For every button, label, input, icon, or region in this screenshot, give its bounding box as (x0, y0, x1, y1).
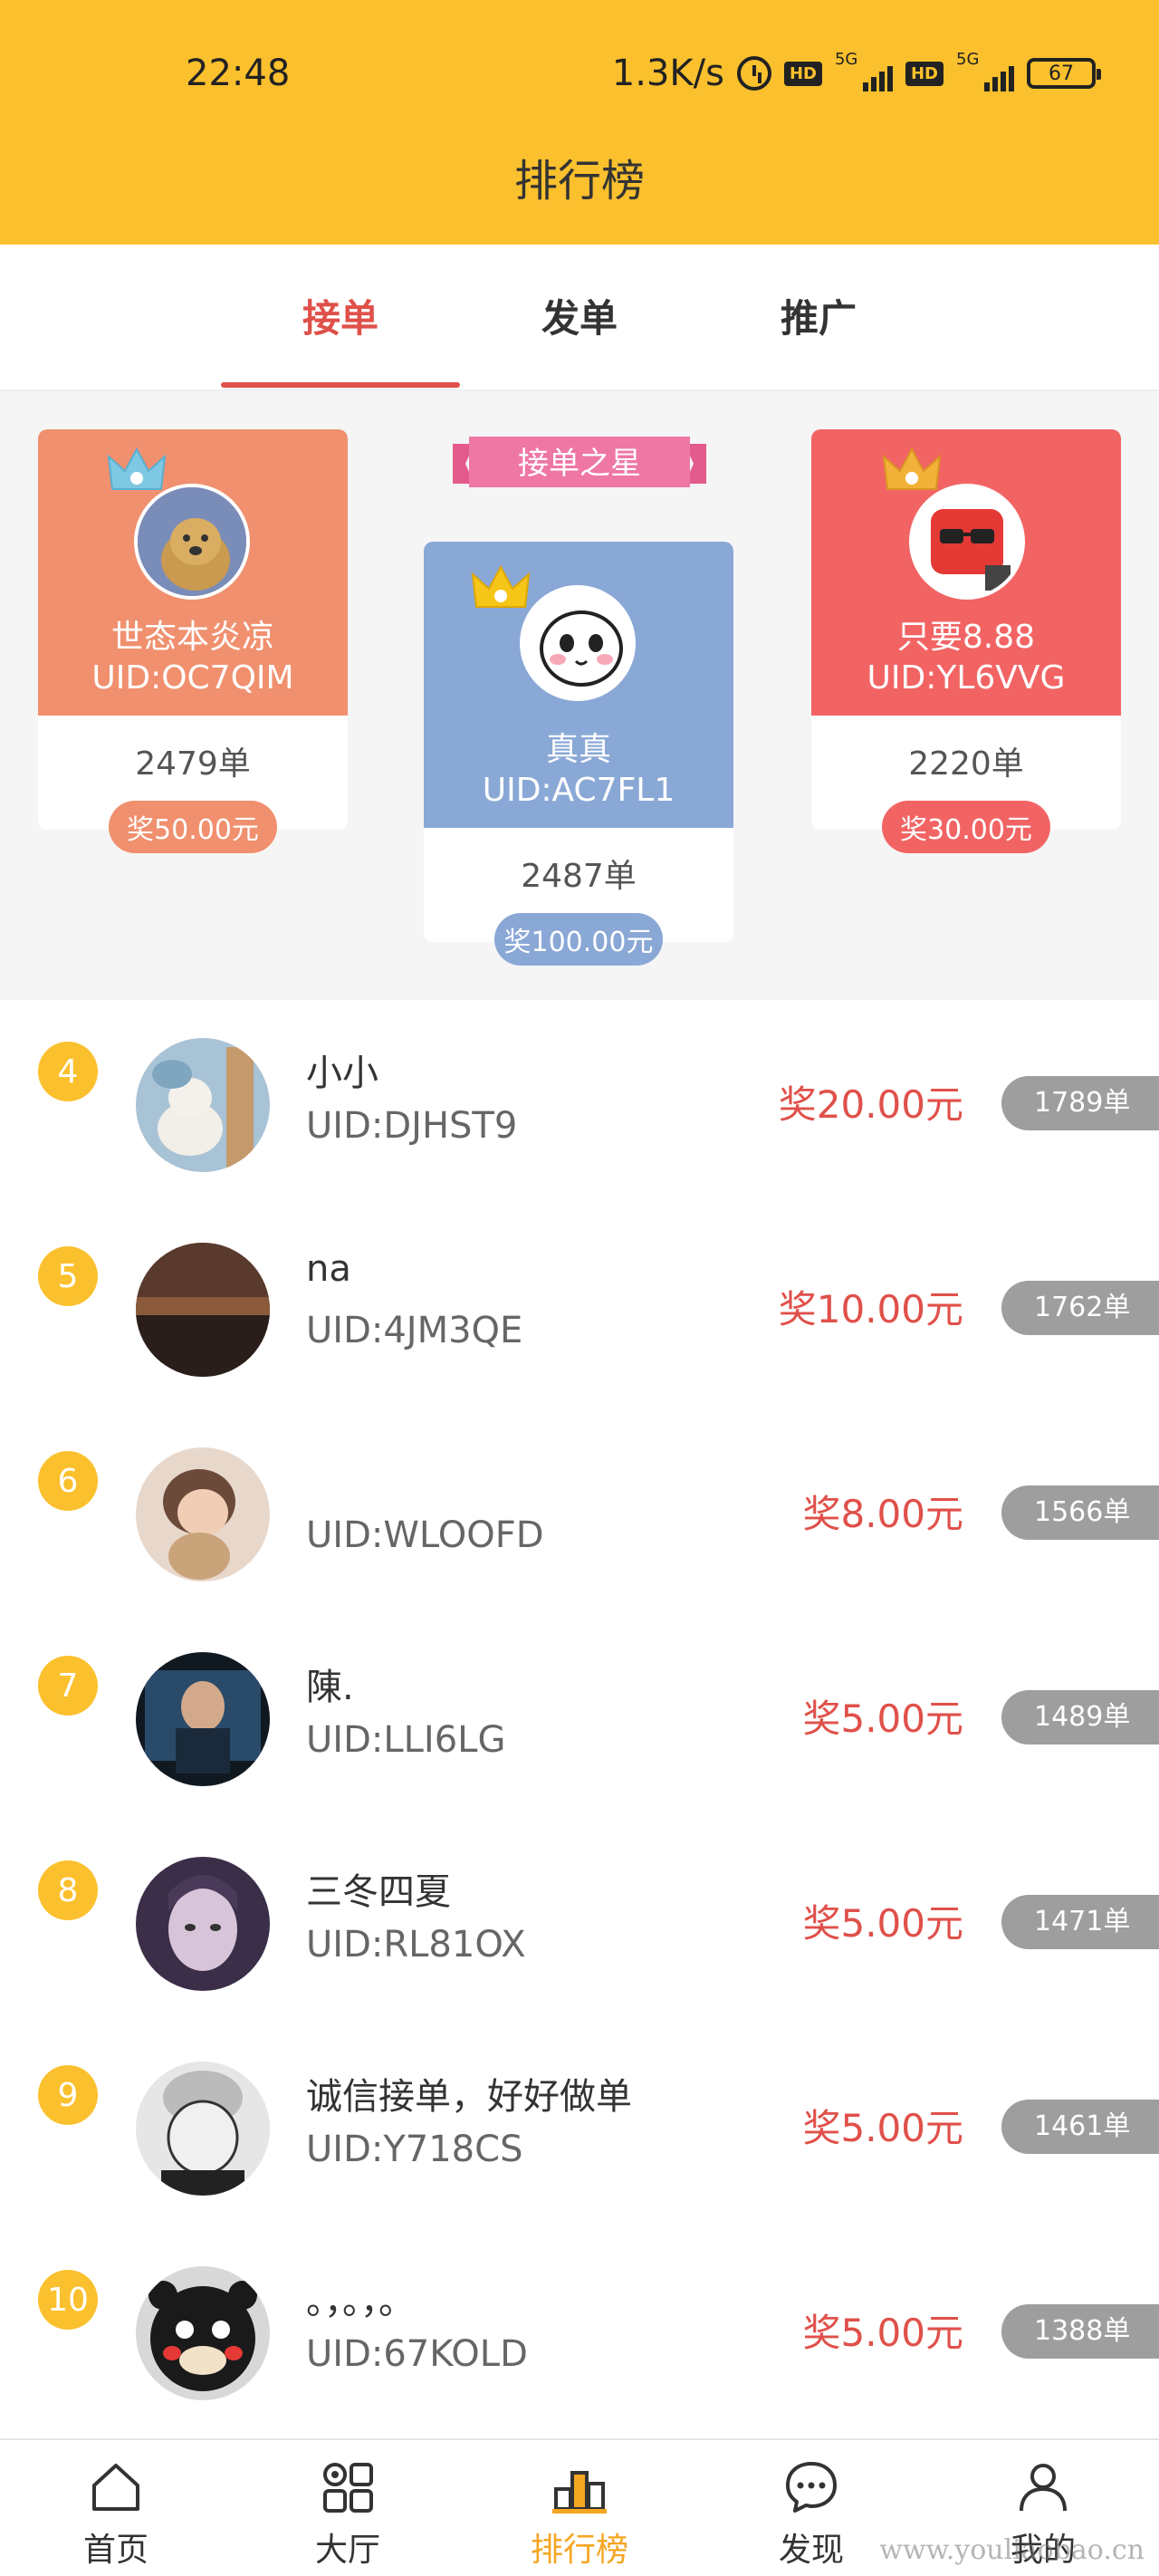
status-time: 22:48 (186, 53, 291, 94)
order-count-badge: 1762单 (1001, 1281, 1159, 1335)
ranking-row[interactable]: 5 na UID:4JM3QE 奖10.00元 1762单 (0, 1205, 1159, 1409)
watermark: www.youliaobao.cn (879, 2534, 1145, 2566)
order-count-badge: 1388单 (1001, 2304, 1159, 2359)
avatar (136, 1857, 270, 1991)
user-uid: UID:Y718CS (306, 2129, 523, 2170)
nav-label: 大厅 (314, 2532, 380, 2569)
avatar (909, 484, 1025, 600)
rank-number-badge: 4 (38, 1042, 98, 1101)
nav-label: 首页 (82, 2532, 148, 2569)
crown-icon (882, 447, 942, 490)
reward-amount: 奖5.00元 (802, 1697, 963, 1741)
order-count-badge: 1789单 (1001, 1076, 1159, 1130)
network-speed: 1.3K/s (611, 53, 724, 94)
ranking-row[interactable]: 8 三冬四夏 UID:RL81OX 奖5.00元 1471单 (0, 1819, 1159, 2023)
reward-amount: 奖10.00元 (778, 1287, 963, 1331)
user-uid: UID:WLOOFD (306, 1514, 544, 1556)
user-icon (1020, 2464, 1067, 2512)
avatar (134, 484, 250, 600)
user-name: 陳. (306, 1667, 354, 1708)
user-uid: UID:67KOLD (306, 2333, 528, 2375)
order-count: 2479单 (135, 745, 251, 783)
podium-card-third[interactable]: 只要8.88 UID:YL6VVG 2220单 (811, 429, 1121, 830)
chat-icon (786, 2462, 837, 2513)
user-uid: UID:LLI6LG (306, 1719, 506, 1761)
status-bar-right: 1.3K/s HD 5G HD 5G 67 (611, 50, 1101, 94)
tab-underline (221, 382, 460, 388)
podium-icon (552, 2471, 607, 2514)
avatar (520, 585, 636, 701)
user-name: 三冬四夏 (306, 1871, 451, 1913)
avatar (136, 1243, 270, 1377)
nav-hall[interactable]: 大厅 (232, 2440, 464, 2576)
rank-number-badge: 8 (38, 1860, 98, 1920)
rank-number-badge: 10 (38, 2270, 98, 2330)
reward-amount: 奖5.00元 (802, 2106, 963, 2150)
home-icon (92, 2464, 139, 2511)
winner-name: 世态本炎凉 (110, 619, 274, 656)
order-count-badge: 1566单 (1001, 1485, 1159, 1540)
reward-badge-third: 奖30.00元 (882, 801, 1050, 853)
signal-icon-2: 5G (956, 50, 1014, 91)
podium-card-second[interactable]: 世态本炎凉 UID:OC7QIM 2479单 (38, 429, 348, 830)
ranking-row[interactable]: 10 。，。，。 UID:67KOLD 奖5.00元 1388单 (0, 2228, 1159, 2433)
grid-icon (323, 2463, 373, 2513)
user-name: 诚信接单，好好做单 (306, 2076, 632, 2118)
user-uid: UID:RL81OX (306, 1924, 526, 1966)
reward-amount: 奖20.00元 (778, 1082, 963, 1127)
user-uid: UID:4JM3QE (306, 1310, 523, 1351)
user-uid: UID:DJHST9 (306, 1105, 518, 1147)
order-count: 2487单 (521, 858, 637, 895)
reward-amount: 奖5.00元 (802, 2311, 963, 2355)
reward-badge-first: 奖100.00元 (494, 913, 663, 966)
avatar (136, 2266, 270, 2400)
rank-number-badge: 9 (38, 2065, 98, 2125)
winner-uid: UID:OC7QIM (91, 659, 294, 697)
ranking-row[interactable]: 9 诚信接单，好好做单 UID:Y718CS 奖5.00元 1461单 (0, 2023, 1159, 2228)
nav-home[interactable]: 首页 (0, 2440, 232, 2576)
user-name: 。，。，。 (306, 2281, 415, 2322)
app-header: 22:48 1.3K/s HD 5G HD 5G 67 排行榜 (0, 0, 1159, 245)
tab-accept-orders[interactable]: 接单 (221, 288, 460, 343)
order-count-badge: 1461单 (1001, 2100, 1159, 2154)
podium-card-first[interactable]: 真真 UID:AC7FL1 2487单 (424, 542, 733, 942)
signal-icon: 5G (835, 50, 893, 91)
ranking-row[interactable]: 4 小小 UID:DJHST9 奖20.00元 1789单 (0, 1000, 1159, 1205)
reward-amount: 奖5.00元 (802, 1901, 963, 1946)
tab-bar: 接单 发单 推广 (0, 245, 1159, 391)
hd-badge: HD (783, 61, 822, 86)
order-count-badge: 1489单 (1001, 1690, 1159, 1745)
reward-amount: 奖8.00元 (802, 1492, 963, 1536)
crown-icon (107, 447, 167, 490)
rank-number-badge: 5 (38, 1246, 98, 1306)
reward-badge-second: 奖50.00元 (109, 801, 277, 853)
winner-name: 真真 (545, 731, 611, 768)
avatar (136, 1652, 270, 1786)
rank-number-badge: 6 (38, 1451, 98, 1511)
nav-label: 排行榜 (530, 2532, 628, 2569)
ribbon-label: 接单之星 (518, 446, 641, 482)
nav-leaderboard[interactable]: 排行榜 (464, 2440, 695, 2576)
avatar (136, 1447, 270, 1581)
tab-promotion[interactable]: 推广 (699, 288, 938, 343)
winner-uid: UID:YL6VVG (867, 659, 1066, 697)
tab-post-orders[interactable]: 发单 (460, 288, 699, 343)
ranking-row[interactable]: 7 陳. UID:LLI6LG 奖5.00元 1489单 (0, 1614, 1159, 1819)
page-title: 排行榜 (513, 156, 645, 207)
avatar (136, 1038, 270, 1172)
crown-icon (471, 564, 531, 608)
order-count-badge: 1471单 (1001, 1895, 1159, 1949)
podium-section: 世态本炎凉 UID:OC7QIM 2479单 奖50.00元 接单之星 真真 U… (0, 391, 1159, 1000)
alarm-icon (736, 56, 771, 91)
battery-icon: 67 (1027, 58, 1101, 89)
order-count: 2220单 (908, 745, 1024, 783)
winner-uid: UID:AC7FL1 (482, 772, 675, 809)
avatar (136, 2062, 270, 2196)
user-name: 小小 (306, 1053, 378, 1094)
winner-name: 只要8.88 (896, 619, 1036, 656)
rank-number-badge: 7 (38, 1656, 98, 1716)
hd-badge-2: HD (905, 61, 943, 86)
ranking-row[interactable]: 6 UID:WLOOFD 奖8.00元 1566单 (0, 1409, 1159, 1614)
user-name: na (306, 1248, 351, 1290)
